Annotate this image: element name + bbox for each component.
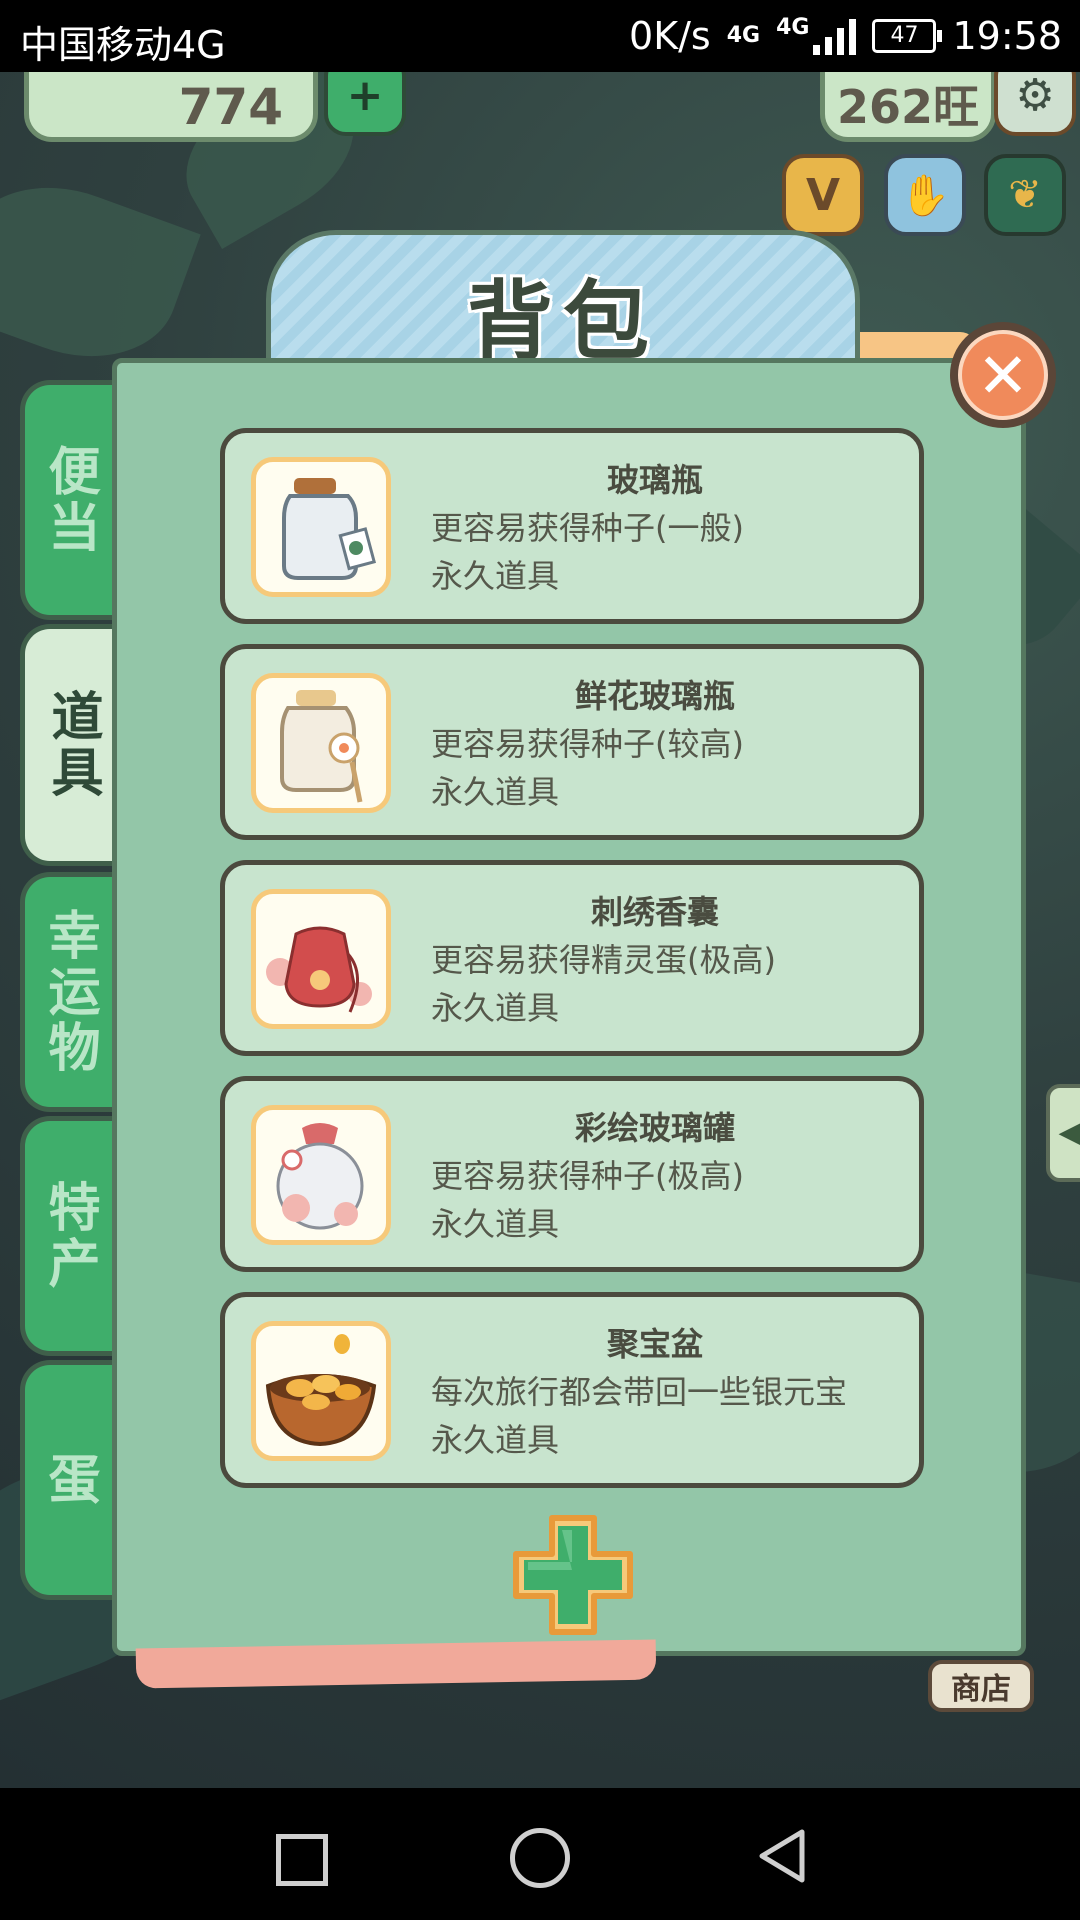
expand-arrow-icon[interactable]: ◀ bbox=[1046, 1084, 1080, 1182]
item-type: 永久道具 bbox=[431, 989, 560, 1027]
list-item[interactable]: 玻璃瓶 更容易获得种子(一般) 永久道具 bbox=[220, 428, 924, 624]
backpack-title-tab: 背包 bbox=[266, 230, 860, 372]
tab-specialty[interactable]: 特产 bbox=[20, 1116, 114, 1356]
plus-icon bbox=[513, 1515, 633, 1635]
treasure-bowl-icon bbox=[251, 1321, 391, 1461]
item-type: 永久道具 bbox=[431, 557, 560, 595]
v-badge-icon[interactable]: V bbox=[782, 154, 864, 236]
battery-icon: 47 bbox=[872, 19, 943, 53]
score-counter[interactable]: 262旺 bbox=[820, 72, 996, 142]
coin-counter-value: 774 bbox=[178, 78, 283, 136]
network-type-small: 4G bbox=[776, 15, 810, 40]
flower-glass-bottle-icon bbox=[251, 673, 391, 813]
tab-egg-label: 蛋 bbox=[39, 1452, 99, 1508]
status-bar: 中国移动4G 0K/s 4G 4G 47 19:58 bbox=[0, 0, 1080, 72]
list-item[interactable]: 鲜花玻璃瓶 更容易获得种子(较高) 永久道具 bbox=[220, 644, 924, 840]
recent-apps-icon[interactable] bbox=[276, 1834, 328, 1886]
tab-bento[interactable]: 便当 bbox=[20, 380, 114, 620]
tab-bento-label: 便当 bbox=[39, 444, 99, 556]
item-type: 永久道具 bbox=[431, 773, 560, 811]
network-type: 4G bbox=[726, 23, 761, 48]
embroidered-sachet-icon bbox=[251, 889, 391, 1029]
tab-items[interactable]: 道具 bbox=[20, 624, 120, 866]
status-right: 0K/s 4G 4G 47 19:58 bbox=[629, 14, 1062, 58]
tab-lucky-charm-label: 幸运物 bbox=[39, 908, 99, 1076]
item-description: 每次旅行都会带回一些银元宝 bbox=[431, 1373, 848, 1411]
item-description: 更容易获得精灵蛋(极高) bbox=[431, 941, 776, 979]
item-description: 更容易获得种子(一般) bbox=[431, 509, 744, 547]
carrier-name: 中国移动4G bbox=[20, 23, 226, 67]
item-description: 更容易获得种子(极高) bbox=[431, 1157, 744, 1195]
tab-specialty-label: 特产 bbox=[39, 1180, 99, 1292]
ginkgo-leaf-icon[interactable]: ❦ bbox=[984, 154, 1066, 236]
item-name: 玻璃瓶 bbox=[606, 461, 703, 499]
system-nav-bar bbox=[0, 1788, 1080, 1920]
painted-glass-jar-icon bbox=[251, 1105, 391, 1245]
add-item-button[interactable] bbox=[508, 1510, 638, 1640]
tab-lucky-charm[interactable]: 幸运物 bbox=[20, 872, 114, 1112]
glass-bottle-icon bbox=[251, 457, 391, 597]
shop-button[interactable]: 商店 bbox=[928, 1660, 1034, 1712]
leaf-decoration bbox=[0, 159, 201, 385]
list-item[interactable]: 聚宝盆 每次旅行都会带回一些银元宝 永久道具 bbox=[220, 1292, 924, 1488]
item-name: 刺绣香囊 bbox=[590, 893, 719, 931]
settings-gear-icon[interactable]: ⚙ bbox=[994, 72, 1076, 136]
item-type: 永久道具 bbox=[431, 1205, 560, 1243]
item-description: 更容易获得种子(较高) bbox=[431, 725, 744, 763]
hand-icon[interactable]: ✋ bbox=[884, 154, 966, 236]
list-item[interactable]: 刺绣香囊 更容易获得精灵蛋(极高) 永久道具 bbox=[220, 860, 924, 1056]
home-icon[interactable] bbox=[510, 1828, 570, 1888]
item-type: 永久道具 bbox=[431, 1421, 560, 1459]
network-speed: 0K/s bbox=[629, 14, 711, 58]
add-coin-button[interactable]: + bbox=[324, 72, 406, 136]
back-icon[interactable] bbox=[752, 1826, 812, 1886]
score-counter-value: 262旺 bbox=[836, 80, 979, 134]
item-name: 彩绘玻璃罐 bbox=[574, 1109, 735, 1147]
item-name: 聚宝盆 bbox=[606, 1325, 703, 1363]
battery-level: 47 bbox=[890, 23, 919, 48]
tab-items-label: 道具 bbox=[42, 689, 102, 801]
item-name: 鲜花玻璃瓶 bbox=[574, 677, 735, 715]
signal-icon: 4G bbox=[776, 15, 857, 55]
tab-egg[interactable]: 蛋 bbox=[20, 1360, 114, 1600]
close-icon: ✕ bbox=[958, 330, 1048, 420]
close-button[interactable]: ✕ bbox=[950, 322, 1056, 428]
list-item[interactable]: 彩绘玻璃罐 更容易获得种子(极高) 永久道具 bbox=[220, 1076, 924, 1272]
clock: 19:58 bbox=[952, 14, 1062, 58]
coin-counter[interactable]: 774 bbox=[24, 72, 318, 142]
